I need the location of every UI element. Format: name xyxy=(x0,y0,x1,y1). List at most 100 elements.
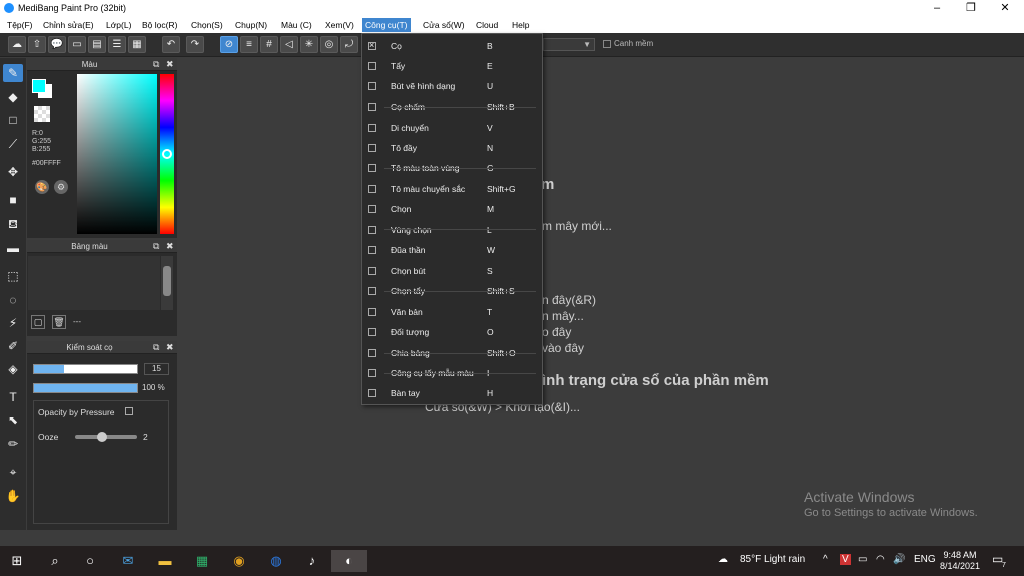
dot-brush-icon[interactable]: ⟋ xyxy=(3,135,23,153)
trash-icon[interactable]: 🗑 xyxy=(52,315,66,329)
ooze-handle[interactable] xyxy=(97,432,107,442)
gradient-tool-icon[interactable]: ▬ xyxy=(3,239,23,257)
close-icon[interactable]: ✖ xyxy=(166,241,174,252)
brush-size-slider[interactable] xyxy=(33,364,138,374)
parallel-snap-icon[interactable]: ≡ xyxy=(240,36,258,53)
cortana-icon[interactable]: ○ xyxy=(79,550,101,572)
menu-help[interactable]: Help xyxy=(509,18,532,32)
battery-icon[interactable]: ▭ xyxy=(858,554,867,565)
windows-start-icon[interactable]: ⊞ xyxy=(6,550,28,572)
chevron-up-icon[interactable]: ^ xyxy=(823,554,828,565)
undock-icon[interactable]: ⧉ xyxy=(153,342,159,353)
cloud-icon[interactable]: ☁ xyxy=(8,36,26,53)
eraser-tool-icon[interactable]: ◆ xyxy=(3,88,23,106)
radial-snap-icon[interactable]: ✳ xyxy=(300,36,318,53)
menu-view[interactable]: Xem(V) xyxy=(322,18,357,32)
menu-tools[interactable]: Công cụ(T) xyxy=(362,18,411,32)
curve-snap-icon[interactable]: ⤾ xyxy=(340,36,358,53)
select-pen-icon[interactable]: ✐ xyxy=(3,337,23,355)
fill-rect-icon[interactable]: ■ xyxy=(3,191,23,209)
close-button[interactable]: ✕ xyxy=(988,0,1022,17)
no-snap-icon[interactable]: ⊘ xyxy=(220,36,238,53)
operation-tool-icon[interactable]: ⬉ xyxy=(3,411,23,429)
palette-scrollbar[interactable] xyxy=(161,256,173,310)
chrome-icon[interactable]: ◉ xyxy=(228,550,250,572)
undock-icon[interactable]: ⧉ xyxy=(153,241,159,252)
scroll-thumb[interactable] xyxy=(163,266,171,296)
language-indicator[interactable]: ENG xyxy=(914,554,936,565)
list-icon[interactable]: ☰ xyxy=(108,36,126,53)
redo-icon[interactable]: ↷ xyxy=(186,36,204,53)
palette-settings-icon[interactable]: ⚙ xyxy=(54,180,68,194)
menu-item-17[interactable]: Bàn tay H xyxy=(362,383,542,403)
menu-snap[interactable]: Chụp(N) xyxy=(232,18,270,32)
menu-layer[interactable]: Lớp(L) xyxy=(103,18,134,32)
weather-text[interactable]: 85°F Light rain xyxy=(740,554,805,565)
transparent-swatch[interactable] xyxy=(34,106,50,122)
menu-item-8[interactable]: Chọn M xyxy=(362,199,542,219)
share-icon[interactable]: ⇧ xyxy=(28,36,46,53)
search-icon[interactable]: ⌕ xyxy=(44,550,66,572)
v-app-icon[interactable]: V xyxy=(840,554,851,565)
move-tool-icon[interactable]: ✥ xyxy=(3,163,23,181)
hand-tool-icon[interactable]: ✋ xyxy=(3,487,23,505)
maximize-button[interactable]: ❐ xyxy=(954,0,988,17)
menu-file[interactable]: Tệp(F) xyxy=(4,18,36,32)
document-icon[interactable]: ▤ xyxy=(88,36,106,53)
menu-window[interactable]: Cửa sổ(W) xyxy=(420,18,468,32)
palette-area[interactable] xyxy=(28,256,160,310)
clock[interactable]: 9:48 AM 8/14/2021 xyxy=(940,550,980,572)
menu-item-7[interactable]: Tô màu chuyển sắc Shift+G xyxy=(362,179,542,199)
palette-icon[interactable]: 🎨 xyxy=(35,180,49,194)
cloud-weather-icon[interactable]: ☁ xyxy=(718,554,728,565)
grid-icon[interactable]: ▦ xyxy=(128,36,146,53)
opacity-pressure-checkbox[interactable] xyxy=(125,407,133,415)
menu-item-9[interactable]: Vùng chọn L xyxy=(362,220,542,240)
volume-icon[interactable]: 🔊 xyxy=(893,554,905,565)
eyedropper-icon[interactable]: ⌖ xyxy=(3,463,23,481)
menu-item-14[interactable]: Đối tượng O xyxy=(362,322,542,342)
menu-item-13[interactable]: Văn bản T xyxy=(362,302,542,322)
menu-item-1[interactable]: Tẩy E xyxy=(362,56,542,76)
text-tool-icon[interactable]: T xyxy=(3,388,23,406)
menu-edit[interactable]: Chỉnh sửa(E) xyxy=(40,18,97,32)
menu-item-0[interactable]: Cọ B xyxy=(362,36,542,56)
menu-select[interactable]: Chọn(S) xyxy=(188,18,226,32)
select-eraser-icon[interactable]: ◈ xyxy=(3,360,23,378)
undock-icon[interactable]: ⧉ xyxy=(153,59,159,70)
bucket-tool-icon[interactable]: ⛾ xyxy=(3,215,23,233)
menu-filter[interactable]: Bộ lọc(R) xyxy=(139,18,180,32)
menu-item-10[interactable]: Đũa thần W xyxy=(362,240,542,260)
menu-item-11[interactable]: Chọn bút S xyxy=(362,261,542,281)
zalo-icon[interactable]: ◍ xyxy=(265,550,287,572)
shape-tool-icon[interactable]: □ xyxy=(3,111,23,129)
menu-item-5[interactable]: Tô đầy N xyxy=(362,138,542,158)
tiktok-icon[interactable]: ♪ xyxy=(301,550,323,572)
undo-icon[interactable]: ↶ xyxy=(162,36,180,53)
perspective-snap-icon[interactable]: ◁ xyxy=(280,36,298,53)
brush-tool-icon[interactable]: ✎ xyxy=(3,64,23,82)
menu-color[interactable]: Màu (C) xyxy=(278,18,315,32)
menu-cloud[interactable]: Cloud xyxy=(473,18,501,32)
menu-item-4[interactable]: Di chuyển V xyxy=(362,118,542,138)
close-icon[interactable]: ✖ xyxy=(166,59,174,70)
fg-color-swatch[interactable] xyxy=(32,79,46,93)
brush-size-value[interactable]: 15 xyxy=(144,363,169,375)
comment-icon[interactable]: 💬 xyxy=(48,36,66,53)
saturation-value-picker[interactable] xyxy=(77,74,157,234)
hue-handle[interactable] xyxy=(162,149,172,159)
chat-icon[interactable]: ▭ xyxy=(68,36,86,53)
canvas-area[interactable] xyxy=(180,58,1024,530)
minimize-button[interactable]: – xyxy=(920,0,954,17)
medibang-taskbar-icon[interactable]: ◐ xyxy=(331,550,367,572)
select-tool-icon[interactable]: ⬚ xyxy=(3,267,23,285)
snap-dropdown[interactable]: ▼ xyxy=(543,38,595,51)
lasso-tool-icon[interactable]: ◌ xyxy=(3,291,23,309)
divide-tool-icon[interactable]: ✏ xyxy=(3,435,23,453)
close-icon[interactable]: ✖ xyxy=(166,342,174,353)
magic-wand-icon[interactable]: ⚡ xyxy=(3,314,23,332)
menu-item-2[interactable]: Bút vẽ hình dạng U xyxy=(362,76,542,96)
snap-soft-checkbox[interactable] xyxy=(603,40,611,48)
opacity-slider[interactable] xyxy=(33,383,138,393)
grid-snap-icon[interactable]: # xyxy=(260,36,278,53)
